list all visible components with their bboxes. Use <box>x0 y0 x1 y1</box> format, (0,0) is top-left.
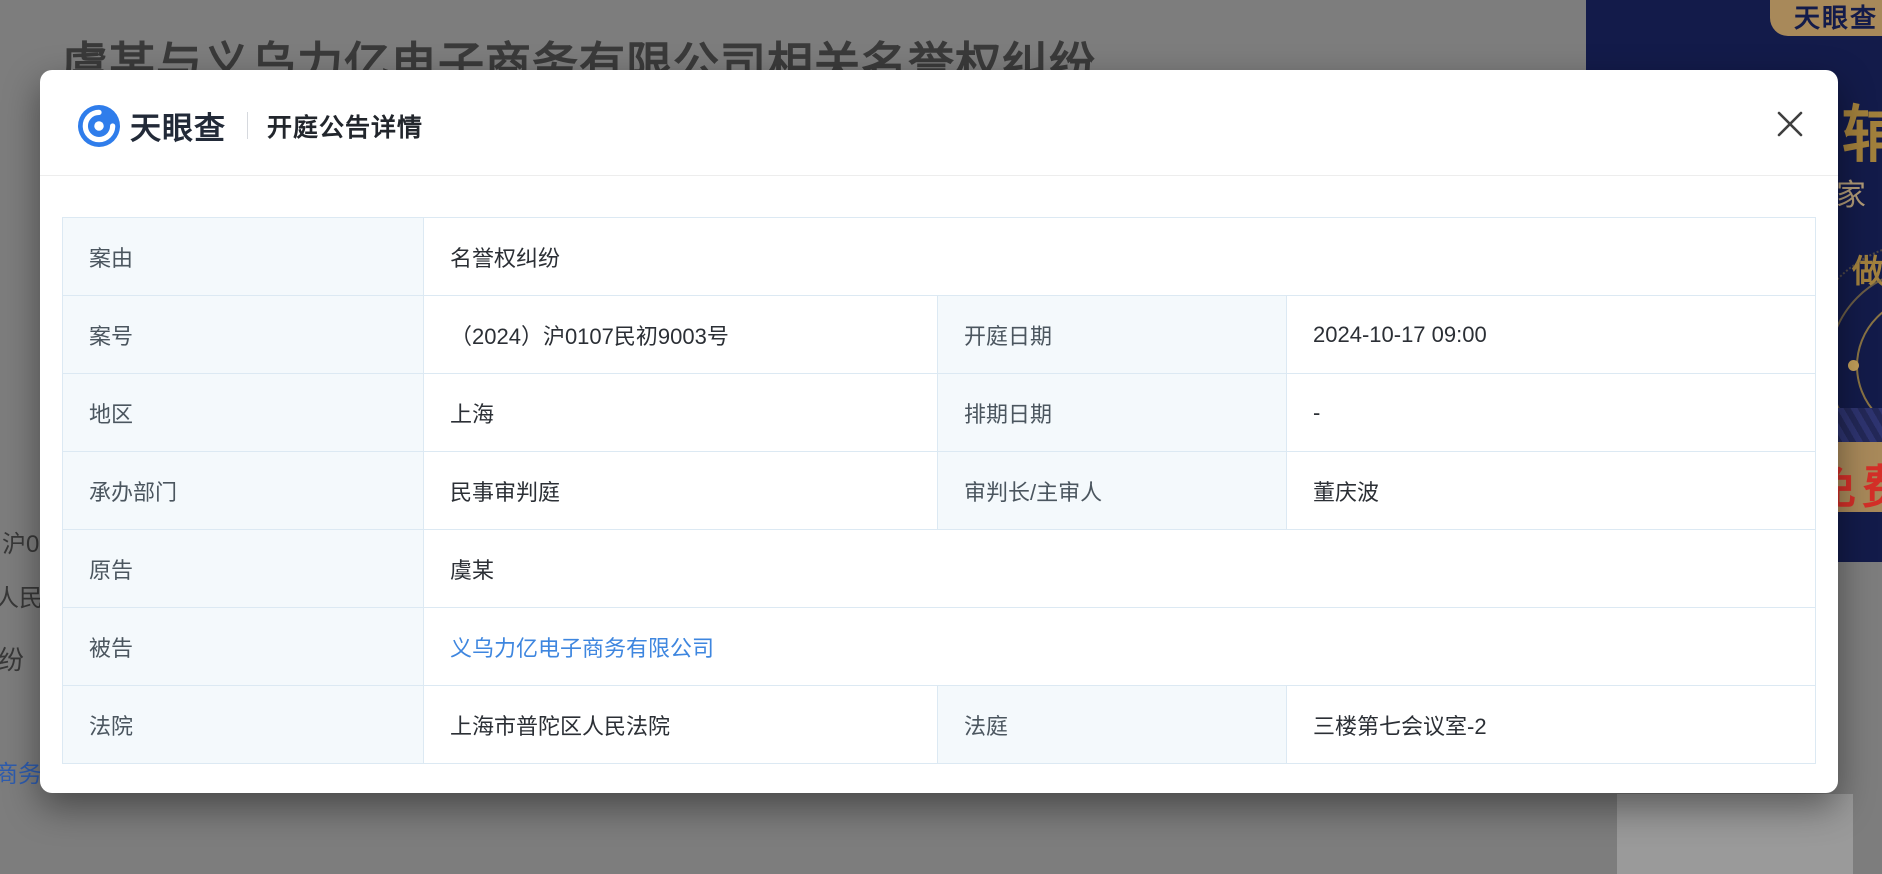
hearing-detail-dialog: 天眼查 开庭公告详情 案由 名誉权纠纷 案号 （2024）沪0107民初9003… <box>40 70 1838 793</box>
background-link-fragment: 商务 <box>0 754 42 789</box>
judge-value: 董庆波 <box>1286 452 1815 529</box>
dialog-title: 开庭公告详情 <box>267 108 423 144</box>
table-row-court: 法院 上海市普陀区人民法院 法庭 三楼第七会议室-2 <box>63 685 1815 763</box>
table-row-case-number: 案号 （2024）沪0107民初9003号 开庭日期 2024-10-17 09… <box>63 295 1815 373</box>
court-value: 上海市普陀区人民法院 <box>423 686 937 763</box>
defendant-value: 义乌力亿电子商务有限公司 <box>423 608 1815 685</box>
banner-subline-fragment: 家 各 <box>1836 170 1882 214</box>
plaintiff-label: 原告 <box>63 530 423 607</box>
court-label: 法院 <box>63 686 423 763</box>
plaintiff-value: 虞某 <box>423 530 1815 607</box>
table-row-defendant: 被告 义乌力亿电子商务有限公司 <box>63 607 1815 685</box>
department-value: 民事审判庭 <box>423 452 937 529</box>
banner-radar-dot <box>1848 360 1859 371</box>
case-reason-value: 名誉权纠纷 <box>423 218 1815 295</box>
defendant-company-link[interactable]: 义乌力亿电子商务有限公司 <box>450 631 714 663</box>
tianyancha-logo-icon <box>78 105 120 147</box>
table-row-region: 地区 上海 排期日期 - <box>63 373 1815 451</box>
page-background: 虞某与义乌力亿电子商务有限公司相关名誉权纠纷 沪0 人民 纷 商务 天眼查 辅 … <box>0 0 1882 874</box>
table-row-department: 承办部门 民事审判庭 审判长/主审人 董庆波 <box>63 451 1815 529</box>
tianyancha-badge: 天眼查 <box>1770 0 1882 36</box>
hearing-detail-table: 案由 名誉权纠纷 案号 （2024）沪0107民初9003号 开庭日期 2024… <box>62 217 1816 764</box>
background-panel <box>1617 794 1853 874</box>
case-number-value: （2024）沪0107民初9003号 <box>423 296 937 373</box>
hearing-date-value: 2024-10-17 09:00 <box>1286 296 1815 373</box>
department-label: 承办部门 <box>63 452 423 529</box>
region-label: 地区 <box>63 374 423 451</box>
hearing-date-label: 开庭日期 <box>937 296 1286 373</box>
brand-name: 天眼查 <box>130 103 226 148</box>
region-value: 上海 <box>423 374 937 451</box>
header-divider <box>247 112 248 139</box>
close-icon <box>1774 108 1806 140</box>
courtroom-label: 法庭 <box>937 686 1286 763</box>
dialog-header: 天眼查 开庭公告详情 <box>40 70 1838 176</box>
schedule-date-label: 排期日期 <box>937 374 1286 451</box>
table-row-case-reason: 案由 名誉权纠纷 <box>63 218 1815 295</box>
courtroom-value: 三楼第七会议室-2 <box>1286 686 1815 763</box>
close-button[interactable] <box>1770 104 1810 144</box>
defendant-label: 被告 <box>63 608 423 685</box>
banner-headline-fragment: 辅 <box>1842 84 1882 174</box>
table-row-plaintiff: 原告 虞某 <box>63 529 1815 607</box>
background-text-fragment: 沪0 <box>2 524 39 559</box>
background-text-fragment: 人民 <box>0 578 43 613</box>
schedule-date-value: - <box>1286 374 1815 451</box>
judge-label: 审判长/主审人 <box>937 452 1286 529</box>
case-reason-label: 案由 <box>63 218 423 295</box>
case-number-label: 案号 <box>63 296 423 373</box>
background-text-fragment: 纷 <box>0 640 24 677</box>
